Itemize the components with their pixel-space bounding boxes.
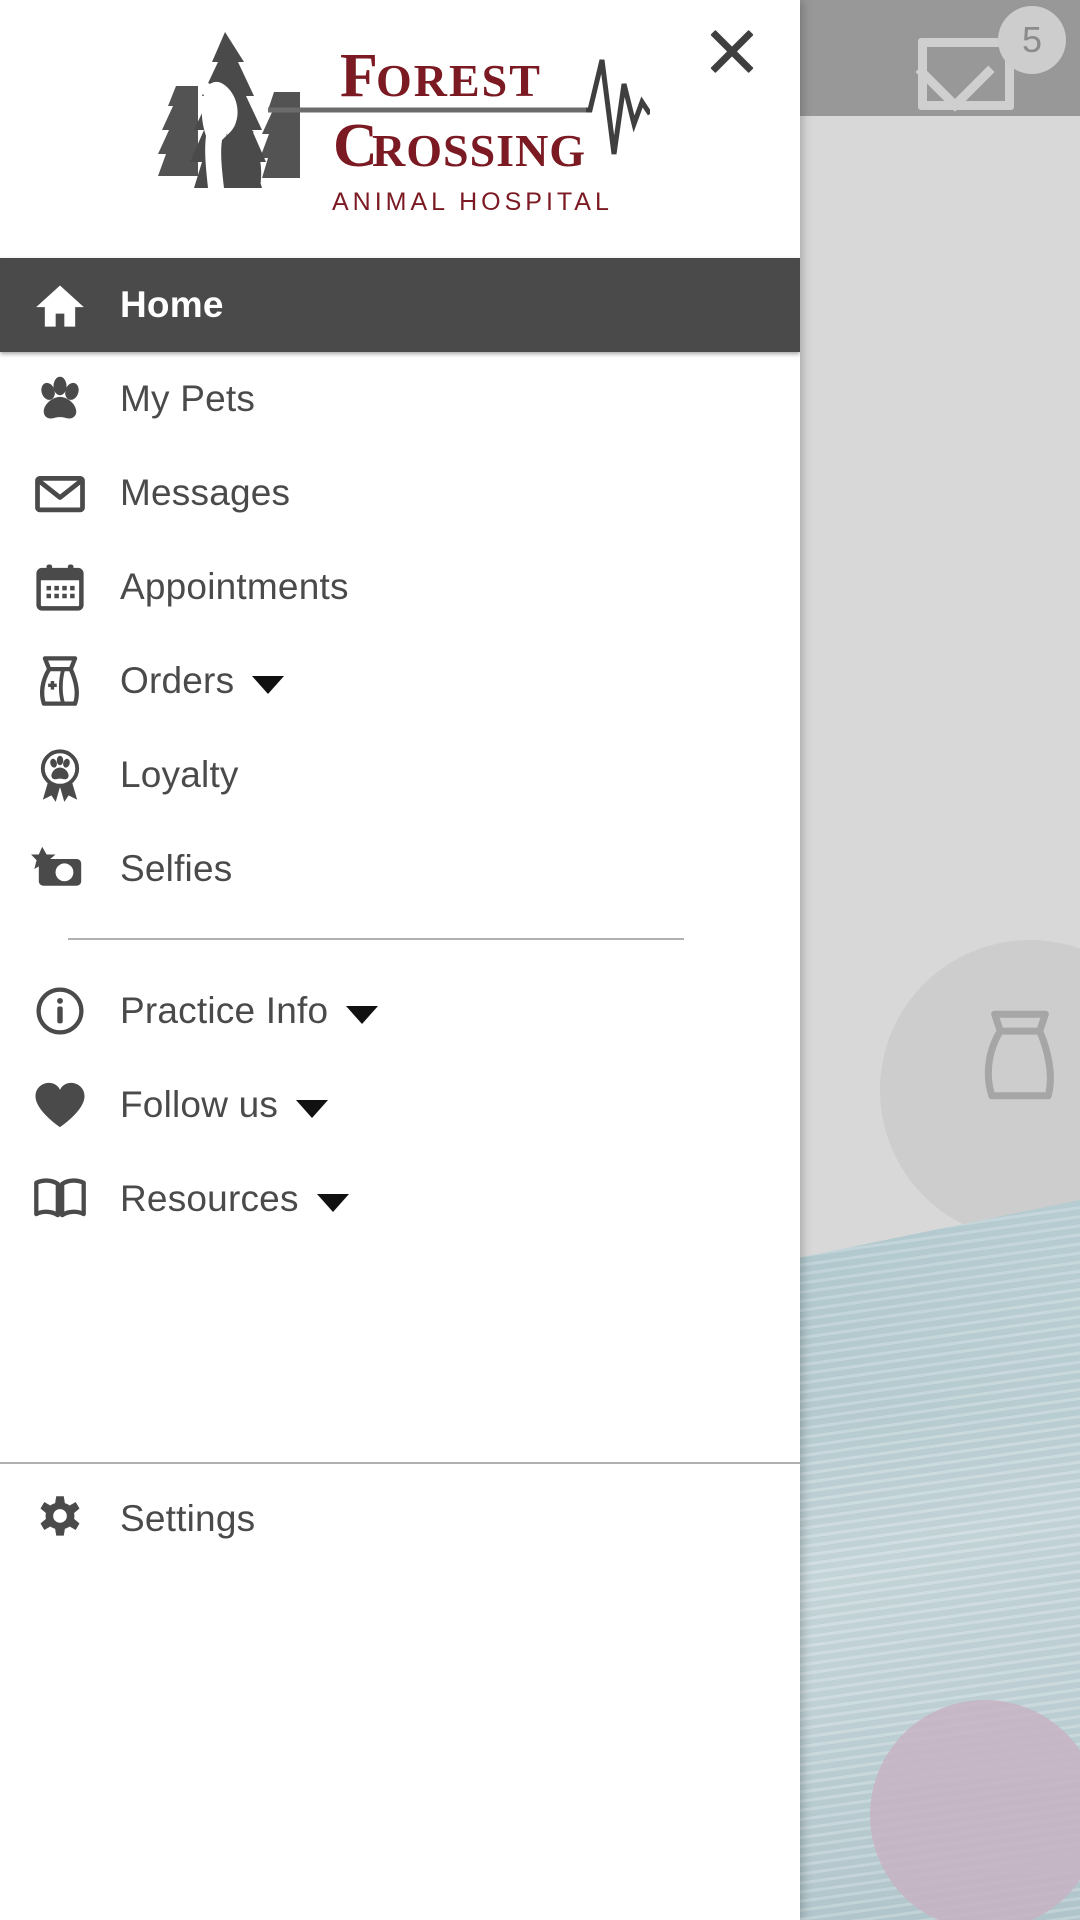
svg-text:F: F [340, 42, 380, 110]
calendar-icon [0, 560, 120, 614]
drawer-header: F OREST C ROSSING ANIMAL HOSPITAL [0, 0, 800, 252]
sidebar-item-settings[interactable]: Settings [0, 1472, 800, 1566]
sidebar-item-label: Orders [120, 660, 235, 701]
heart-icon [0, 1079, 120, 1131]
mail-icon [0, 466, 120, 520]
food-bag-icon [975, 1005, 1065, 1105]
sidebar-item-home[interactable]: Home [0, 258, 800, 352]
camera-star-icon [0, 842, 120, 896]
sidebar-item-label: My Pets [120, 378, 256, 419]
svg-text:ANIMAL HOSPITAL: ANIMAL HOSPITAL [332, 188, 613, 216]
nav-footer-group: Settings [0, 1472, 800, 1566]
sidebar-item-label: Resources [120, 1178, 299, 1219]
sidebar-item-messages[interactable]: Messages [0, 446, 800, 540]
nav-primary-group: Home My Pets Messages Appointments Order… [0, 252, 800, 916]
mail-badge-count: 5 [998, 6, 1066, 74]
chevron-down-icon[interactable] [252, 676, 285, 694]
sidebar-item-appointments[interactable]: Appointments [0, 540, 800, 634]
chevron-down-icon[interactable] [316, 1194, 349, 1212]
navigation-drawer: F OREST C ROSSING ANIMAL HOSPITAL Home M… [0, 0, 800, 1920]
sidebar-item-label: Messages [120, 472, 291, 513]
sidebar-item-label: Loyalty [120, 754, 239, 795]
sidebar-item-label: Practice Info [120, 990, 329, 1031]
sidebar-item-practice-info[interactable]: Practice Info [0, 964, 800, 1058]
sidebar-item-orders[interactable]: Orders [0, 634, 800, 728]
nav-secondary-group: Practice Info Follow us Resources [0, 964, 800, 1246]
sidebar-item-my-pets[interactable]: My Pets [0, 352, 800, 446]
book-icon [0, 1175, 120, 1223]
info-circle-icon [0, 984, 120, 1038]
gear-icon [0, 1493, 120, 1545]
sidebar-item-label: Home [120, 284, 224, 325]
svg-text:OREST: OREST [376, 55, 542, 106]
chevron-down-icon[interactable] [296, 1100, 329, 1118]
sidebar-item-selfies[interactable]: Selfies [0, 822, 800, 916]
practice-logo: F OREST C ROSSING ANIMAL HOSPITAL [150, 18, 650, 233]
nav-group-divider [68, 938, 684, 940]
sidebar-item-label: Selfies [120, 848, 233, 889]
home-icon [0, 279, 120, 331]
sidebar-item-label: Appointments [120, 566, 349, 607]
sidebar-item-label: Follow us [120, 1084, 279, 1125]
award-paw-icon [0, 746, 120, 804]
paw-icon [0, 373, 120, 425]
footer-divider [0, 1462, 800, 1464]
food-bag-icon [0, 653, 120, 709]
sidebar-item-follow-us[interactable]: Follow us [0, 1058, 800, 1152]
sidebar-item-label: Settings [120, 1498, 256, 1539]
chevron-down-icon[interactable] [346, 1006, 379, 1024]
sidebar-item-resources[interactable]: Resources [0, 1152, 800, 1246]
sidebar-item-loyalty[interactable]: Loyalty [0, 728, 800, 822]
svg-text:ROSSING: ROSSING [372, 125, 586, 176]
close-icon[interactable] [692, 10, 772, 90]
